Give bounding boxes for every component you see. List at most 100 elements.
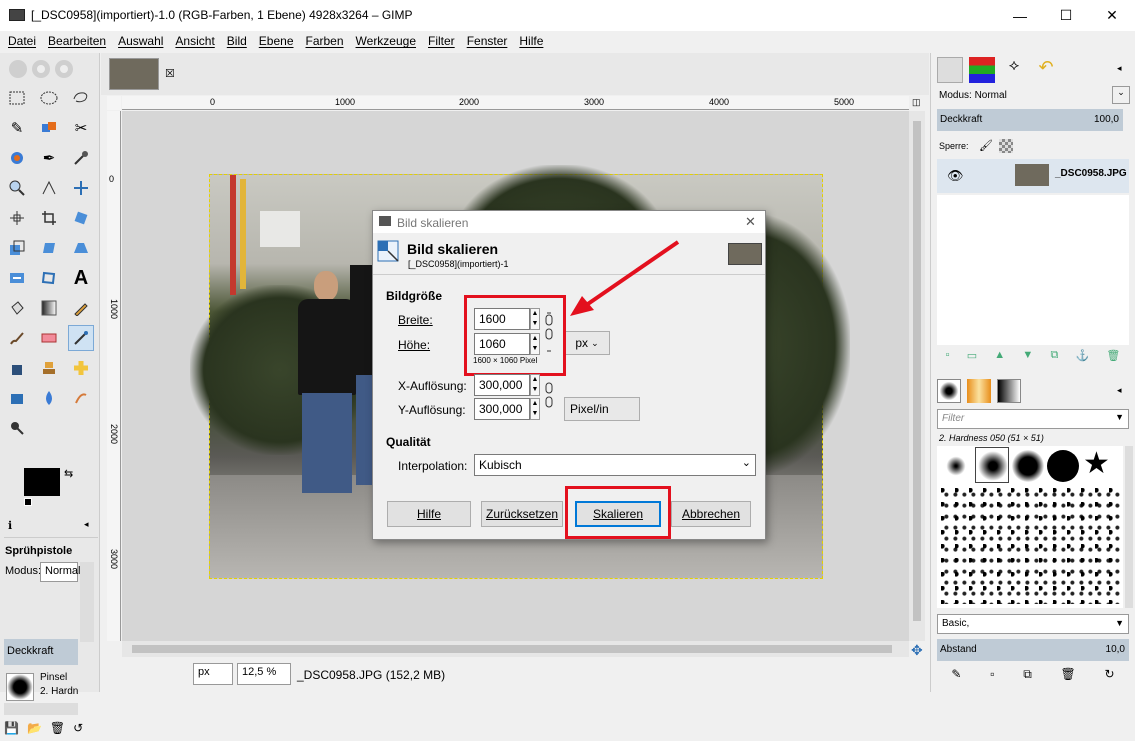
close-button[interactable]: ✕ <box>1089 0 1135 31</box>
y-resolution-input[interactable]: 300,000 <box>474 398 530 420</box>
move-icon[interactable] <box>68 175 94 201</box>
refresh-brushes-icon[interactable]: ↻ <box>1105 667 1115 687</box>
align-icon[interactable] <box>4 205 30 231</box>
ruler-corner[interactable] <box>107 96 121 110</box>
interpolation-select[interactable]: Kubisch ⌄ <box>474 454 756 476</box>
reset-button[interactable]: Zurücksetzen <box>481 501 563 527</box>
smudge-icon[interactable] <box>68 385 94 411</box>
perspective-icon[interactable] <box>68 235 94 261</box>
foreground-select-icon[interactable] <box>4 145 30 171</box>
menu-farben[interactable]: Farben <box>298 31 348 53</box>
rotate-icon[interactable] <box>68 205 94 231</box>
perspective-clone-icon[interactable] <box>4 385 30 411</box>
opacity-slider[interactable]: Deckkraft <box>4 639 78 665</box>
close-image-tab-icon[interactable]: ☒ <box>165 67 175 80</box>
pencil-icon[interactable] <box>68 295 94 321</box>
panel-menu-icon[interactable]: ◂ <box>84 519 89 530</box>
brush-preset-select[interactable]: Basic, ▼ <box>937 614 1129 634</box>
delete-brush-icon[interactable]: 🗑 <box>1061 667 1076 687</box>
delete-options-icon[interactable]: 🗑 <box>50 721 65 741</box>
zoom-icon[interactable] <box>4 175 30 201</box>
menu-bearbeiten[interactable]: Bearbeiten <box>40 31 110 53</box>
shear-icon[interactable] <box>36 235 62 261</box>
brushes-tab-icon[interactable] <box>937 379 961 403</box>
x-resolution-spinner[interactable]: ▲ ▼ <box>530 374 540 396</box>
brush-item-selected[interactable] <box>975 447 1009 483</box>
airbrush-icon[interactable] <box>68 325 94 351</box>
unit-select[interactable]: px <box>193 663 233 685</box>
menu-filter[interactable]: Filter <box>420 31 459 53</box>
help-button[interactable]: Hilfe <box>387 501 471 527</box>
menu-ansicht[interactable]: Ansicht <box>167 31 218 53</box>
menu-auswahl[interactable]: Auswahl <box>110 31 167 53</box>
brush-item[interactable] <box>941 451 971 481</box>
paintbrush-icon[interactable] <box>4 325 30 351</box>
paths-icon[interactable]: ✒ <box>36 145 62 171</box>
layers-tab-icon[interactable] <box>937 57 963 83</box>
horizontal-ruler[interactable]: 0 1000 2000 3000 4000 5000 <box>122 96 909 110</box>
duplicate-brush-icon[interactable]: ⧉ <box>1023 667 1032 687</box>
mode-select[interactable]: Normal <box>40 562 80 582</box>
bucket-fill-icon[interactable] <box>4 295 30 321</box>
preset-dropdown-icon[interactable]: ▼ <box>1115 618 1124 628</box>
text-icon[interactable]: A <box>68 265 94 291</box>
layer-row[interactable]: 👁 _DSC0958.JPG <box>937 159 1129 193</box>
tool-options-scrollbar[interactable] <box>80 562 94 642</box>
minimize-button[interactable]: — <box>997 0 1043 31</box>
navigate-icon[interactable]: ◫ <box>912 97 921 108</box>
menu-werkzeuge[interactable]: Werkzeuge <box>348 31 420 53</box>
undo-history-tab-icon[interactable]: ↶ <box>1033 57 1059 83</box>
brush-items-scatter[interactable] <box>941 488 1121 604</box>
menu-fenster[interactable]: Fenster <box>459 31 512 53</box>
measure-icon[interactable] <box>36 175 62 201</box>
ink-icon[interactable] <box>4 355 30 381</box>
lasso-icon[interactable] <box>68 85 94 111</box>
gradients-tab-icon[interactable] <box>997 379 1021 403</box>
cancel-button[interactable]: Abbrechen <box>671 501 751 527</box>
horizontal-scrollbar[interactable] <box>122 641 909 657</box>
spacing-slider[interactable]: Abstand 10,0 <box>937 639 1129 661</box>
color-picker-icon[interactable] <box>68 145 94 171</box>
scissors-icon[interactable]: ✂ <box>68 115 94 141</box>
crop-icon[interactable] <box>36 205 62 231</box>
menu-ebene[interactable]: Ebene <box>251 31 298 53</box>
clone-icon[interactable] <box>36 355 62 381</box>
new-layer-group-icon[interactable]: ▭ <box>967 349 977 365</box>
edit-brush-icon[interactable]: ✎ <box>951 667 961 687</box>
brush-item[interactable] <box>1047 450 1079 482</box>
eraser-icon[interactable] <box>36 325 62 351</box>
lock-alpha-icon[interactable] <box>999 139 1013 153</box>
vertical-scrollbar[interactable] <box>909 111 925 641</box>
brush-preview[interactable] <box>6 673 34 701</box>
layer-mode-dropdown[interactable]: ⌄ <box>1112 86 1130 104</box>
heal-icon[interactable] <box>68 355 94 381</box>
restore-options-icon[interactable]: 📂 <box>27 721 42 741</box>
menu-datei[interactable]: Datei <box>0 31 40 53</box>
visibility-eye-icon[interactable]: 👁 <box>947 168 964 184</box>
resolution-chain-icon[interactable] <box>545 379 553 421</box>
default-colors-icon[interactable] <box>24 498 32 506</box>
layer-mode-label[interactable]: Modus: Normal <box>939 90 1007 101</box>
size-unit-select[interactable]: px ⌄ <box>564 331 610 355</box>
scroll-thumb[interactable] <box>913 121 921 621</box>
lower-layer-icon[interactable]: ▼ <box>1022 349 1033 365</box>
tool-options-hscroll[interactable] <box>4 703 78 715</box>
rect-select-icon[interactable] <box>4 85 30 111</box>
layer-opacity-slider[interactable]: Deckkraft 100,0 <box>937 109 1123 131</box>
brush-item-star[interactable]: ★ <box>1083 448 1110 480</box>
navigate-move-icon[interactable]: ✥ <box>911 642 923 659</box>
layers-list[interactable] <box>937 195 1129 345</box>
image-tab-thumbnail[interactable] <box>109 58 159 90</box>
dodge-burn-icon[interactable] <box>4 415 30 441</box>
fuzzy-select-icon[interactable]: ✎ <box>4 115 30 141</box>
reset-options-icon[interactable]: ↺ <box>73 721 83 741</box>
brush-dock-menu-icon[interactable]: ◂ <box>1117 385 1122 396</box>
scale-icon[interactable] <box>4 235 30 261</box>
brush-grid-scrollbar[interactable] <box>1125 446 1133 608</box>
delete-layer-icon[interactable]: 🗑 <box>1106 349 1120 365</box>
raise-layer-icon[interactable]: ▲ <box>994 349 1005 365</box>
maximize-button[interactable]: ☐ <box>1043 0 1089 31</box>
save-options-icon[interactable]: 💾 <box>4 721 19 741</box>
gradient-icon[interactable] <box>36 295 62 321</box>
vertical-ruler[interactable]: 0 1000 2000 3000 <box>107 111 121 641</box>
